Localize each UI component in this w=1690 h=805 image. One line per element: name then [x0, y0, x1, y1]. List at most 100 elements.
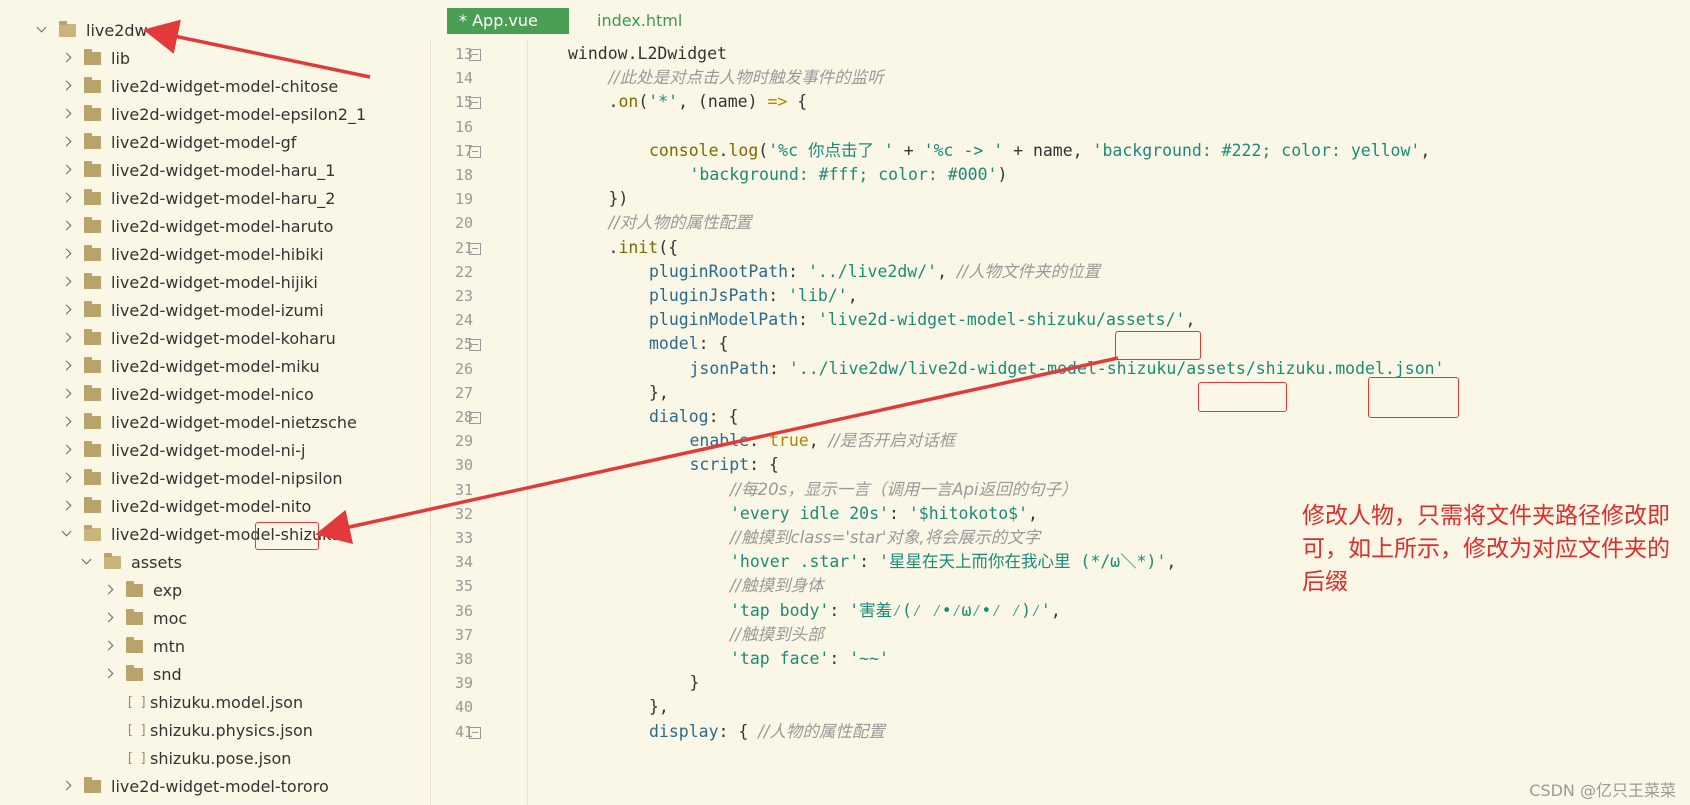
- tree-item[interactable]: live2d-widget-model-nietzsche: [58, 408, 357, 436]
- fold-toggle-icon[interactable]: [469, 49, 481, 61]
- tree-item[interactable]: live2d-widget-model-miku: [58, 352, 320, 380]
- tree-item[interactable]: exp: [100, 576, 182, 604]
- code-line[interactable]: console.log('%c 你点击了 ' + '%c -> ' + name…: [649, 138, 1430, 164]
- chevron-right-icon[interactable]: [58, 497, 76, 515]
- code-line[interactable]: window.L2Dwidget: [568, 41, 727, 67]
- code-line[interactable]: 'tap body': '害羞⁄(⁄ ⁄•⁄ω⁄•⁄ ⁄)⁄',: [730, 598, 1061, 624]
- fold-toggle-icon[interactable]: [469, 726, 481, 739]
- code-token: ,: [808, 431, 829, 451]
- tree-item[interactable]: live2d-widget-model-chitose: [58, 72, 338, 100]
- tree-item[interactable]: live2d-widget-model-gf: [58, 128, 296, 156]
- tree-item[interactable]: shizuku.physics.json: [100, 716, 313, 744]
- fold-toggle-icon[interactable]: [469, 145, 481, 158]
- tree-item[interactable]: live2d-widget-model-izumi: [58, 296, 324, 324]
- tree-item[interactable]: lib: [58, 44, 130, 72]
- chevron-right-icon[interactable]: [58, 77, 76, 95]
- chevron-right-icon[interactable]: [100, 637, 118, 655]
- code-line[interactable]: 'tap face': '~~': [730, 646, 889, 672]
- tree-item[interactable]: live2d-widget-model-nico: [58, 380, 314, 408]
- code-line[interactable]: 'hover .star': '星星在天上而你在我心里 (*/ω＼*)',: [730, 549, 1176, 575]
- tree-item[interactable]: live2d-widget-model-haru_1: [58, 156, 335, 184]
- tree-item[interactable]: live2d-widget-model-ni-j: [58, 436, 305, 464]
- code-line[interactable]: //触摸到头部: [730, 622, 824, 648]
- tree-item[interactable]: shizuku.model.json: [100, 688, 303, 716]
- chevron-down-icon[interactable]: [58, 525, 76, 543]
- code-token: '~~': [849, 649, 889, 668]
- tree-root-live2dw[interactable]: live2dw: [33, 16, 148, 44]
- code-token: //人物的属性配置: [758, 721, 885, 741]
- code-line[interactable]: display: { //人物的属性配置: [649, 719, 885, 745]
- chevron-right-icon[interactable]: [100, 581, 118, 599]
- code-line[interactable]: },: [649, 694, 669, 720]
- chevron-right-icon[interactable]: [58, 189, 76, 207]
- code-line[interactable]: pluginJsPath: 'lib/',: [649, 283, 858, 309]
- code-line[interactable]: //触摸到class='star'对象,将会展示的文字: [730, 525, 1040, 551]
- chevron-right-icon[interactable]: [58, 441, 76, 459]
- code-line[interactable]: .on('*', (name) => {: [609, 89, 808, 115]
- tree-item[interactable]: live2d-widget-model-koharu: [58, 324, 336, 352]
- chevron-right-icon[interactable]: [58, 357, 76, 375]
- code-token: + name,: [1003, 140, 1093, 160]
- code-line[interactable]: 'background: #fff; color: #000'): [690, 162, 1008, 188]
- code-line[interactable]: },: [649, 380, 669, 406]
- tab-index-html[interactable]: index.html: [585, 8, 694, 34]
- code-line[interactable]: .init({: [609, 235, 679, 261]
- chevron-right-icon[interactable]: [100, 665, 118, 683]
- chevron-right-icon[interactable]: [58, 49, 76, 67]
- chevron-right-icon[interactable]: [58, 329, 76, 347]
- code-line[interactable]: jsonPath: '../live2dw/live2d-widget-mode…: [690, 356, 1445, 382]
- chevron-down-icon[interactable]: [33, 21, 51, 39]
- code-line[interactable]: }: [690, 670, 700, 696]
- tree-item[interactable]: assets: [78, 548, 182, 576]
- code-token: : {: [708, 407, 739, 426]
- tree-item[interactable]: live2d-widget-model-tororo: [58, 772, 329, 800]
- code-line[interactable]: model: {: [649, 331, 728, 357]
- chevron-right-icon[interactable]: [58, 777, 76, 795]
- tree-item[interactable]: snd: [100, 660, 182, 688]
- tree-item[interactable]: live2d-widget-model-nipsilon: [58, 464, 343, 492]
- fold-toggle-icon[interactable]: [469, 97, 481, 110]
- code-line[interactable]: pluginRootPath: '../live2dw/', //人物文件夹的位…: [649, 259, 1100, 285]
- chevron-right-icon[interactable]: [58, 161, 76, 179]
- tree-item[interactable]: live2d-widget-model-epsilon2_1: [58, 100, 366, 128]
- code-line[interactable]: script: {: [690, 452, 779, 478]
- chevron-right-icon[interactable]: [58, 217, 76, 235]
- chevron-right-icon[interactable]: [58, 273, 76, 291]
- code-token: ,: [1166, 552, 1177, 572]
- chevron-right-icon[interactable]: [100, 609, 118, 627]
- code-line[interactable]: 'every idle 20s': '$hitokoto$',: [730, 501, 1038, 527]
- tree-item[interactable]: shizuku.pose.json: [100, 744, 291, 772]
- code-line[interactable]: pluginModelPath: 'live2d-widget-model-sh…: [649, 307, 1195, 333]
- tree-item[interactable]: live2d-widget-model-haruto: [58, 212, 333, 240]
- chevron-right-icon[interactable]: [58, 301, 76, 319]
- tree-item[interactable]: live2d-widget-model-hibiki: [58, 240, 324, 268]
- code-line[interactable]: dialog: {: [649, 404, 738, 430]
- line-number: 23: [454, 287, 473, 305]
- code-line[interactable]: enable: true, //是否开启对话框: [690, 428, 956, 454]
- code-line[interactable]: //对人物的属性配置: [609, 210, 752, 236]
- code-token: : {: [749, 455, 779, 475]
- code-line[interactable]: //触摸到身体: [730, 573, 824, 599]
- fold-toggle-icon[interactable]: [469, 242, 481, 255]
- code-line[interactable]: //此处是对点击人物时触发事件的监听: [609, 65, 884, 91]
- highlight-box-json-file: [1368, 377, 1459, 418]
- tree-item[interactable]: moc: [100, 604, 187, 632]
- tree-item[interactable]: live2d-widget-model-haru_2: [58, 184, 335, 212]
- chevron-right-icon[interactable]: [58, 105, 76, 123]
- chevron-right-icon[interactable]: [58, 469, 76, 487]
- chevron-right-icon[interactable]: [58, 385, 76, 403]
- folder-icon: [84, 244, 101, 261]
- chevron-down-icon[interactable]: [78, 553, 96, 571]
- fold-toggle-icon[interactable]: [469, 412, 481, 424]
- fold-toggle-icon[interactable]: [469, 339, 481, 352]
- tree-item[interactable]: mtn: [100, 632, 185, 660]
- tree-item[interactable]: live2d-widget-model-hijiki: [58, 268, 318, 296]
- chevron-right-icon[interactable]: [58, 245, 76, 263]
- tab-app-vue[interactable]: * App.vue: [447, 8, 569, 34]
- chevron-right-icon[interactable]: [58, 413, 76, 431]
- code-line[interactable]: //每20s，显示一言（调用一言Api返回的句子）: [730, 477, 1078, 503]
- tree-item[interactable]: live2d-widget-model-nito: [58, 492, 311, 520]
- chevron-right-icon[interactable]: [58, 133, 76, 151]
- code-line[interactable]: }): [609, 186, 629, 212]
